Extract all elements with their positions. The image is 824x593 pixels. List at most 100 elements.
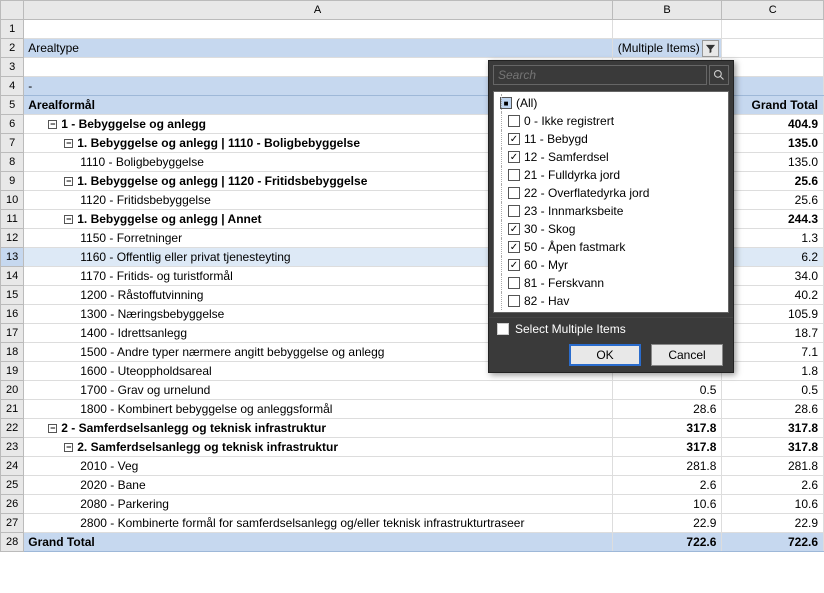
row-header[interactable]: 28 [1,533,24,552]
ok-button[interactable]: OK [569,344,641,366]
row-header[interactable]: 6 [1,115,24,134]
row-header[interactable]: 16 [1,305,24,324]
row-header[interactable]: 14 [1,267,24,286]
cell-value-c: 40.2 [722,286,824,305]
row-header[interactable]: 7 [1,134,24,153]
filter-item-label: 22 - Overflatedyrka jord [524,186,649,200]
cell-value-c: 10.6 [722,495,824,514]
cell-value-c: 2.6 [722,476,824,495]
col-header-A[interactable]: A [24,1,612,20]
row-header[interactable]: 21 [1,400,24,419]
checkbox[interactable]: ✓ [508,241,520,253]
cell-label: 2080 - Parkering [24,495,612,514]
checkbox[interactable]: ✓ [508,133,520,145]
row-header[interactable]: 19 [1,362,24,381]
cell-value-c: 25.6 [722,172,824,191]
checkbox[interactable]: ■ [500,97,512,109]
cancel-button[interactable]: Cancel [651,344,723,366]
row-header[interactable]: 27 [1,514,24,533]
grand-total-header: Grand Total [722,96,824,115]
row-header[interactable]: 24 [1,457,24,476]
row-header[interactable]: 17 [1,324,24,343]
filter-dropdown-icon[interactable] [702,40,719,57]
filter-item[interactable]: ✓ 50 - Åpen fastmark [498,238,724,256]
select-all-corner[interactable] [1,1,24,20]
cell-value-c: 7.1 [722,343,824,362]
checkbox[interactable] [508,169,520,181]
filter-item-label: 12 - Samferdsel [524,150,609,164]
row-header[interactable]: 1 [1,20,24,39]
cell-value-c: 6.2 [722,248,824,267]
row-header[interactable]: 4 [1,77,24,96]
checkbox[interactable] [508,115,520,127]
row-header[interactable]: 2 [1,39,24,58]
cell-value-c: 22.9 [722,514,824,533]
filter-item[interactable]: 82 - Hav [498,292,724,310]
select-multiple-checkbox[interactable]: ✓ [497,323,509,335]
filter-item-label: 50 - Åpen fastmark [524,240,625,254]
checkbox[interactable] [508,205,520,217]
cell-value-c [722,58,824,77]
filter-item[interactable]: ■ (All) [498,94,724,112]
cell-value-c: 0.5 [722,381,824,400]
checkbox[interactable] [508,295,520,307]
select-multiple-label: Select Multiple Items [515,322,626,336]
collapse-icon[interactable]: − [64,443,73,452]
cell-value-c: 135.0 [722,134,824,153]
cell-label[interactable]: −2. Samferdselsanlegg og teknisk infrast… [24,438,612,457]
collapse-icon[interactable]: − [64,215,73,224]
filter-item-label: (All) [516,96,537,110]
filter-item[interactable]: ✓ 12 - Samferdsel [498,148,724,166]
row-header[interactable]: 5 [1,96,24,115]
collapse-icon[interactable]: − [48,120,57,129]
filter-item[interactable]: ✓ 30 - Skog [498,220,724,238]
row-header[interactable]: 11 [1,210,24,229]
row-header[interactable]: 12 [1,229,24,248]
row-header[interactable]: 9 [1,172,24,191]
row-header[interactable]: 20 [1,381,24,400]
filter-item[interactable]: 81 - Ferskvann [498,274,724,292]
cell-label [24,20,612,39]
checkbox[interactable] [508,277,520,289]
filter-item-label: 23 - Innmarksbeite [524,204,623,218]
filter-item-label: 30 - Skog [524,222,575,236]
search-icon[interactable] [709,65,729,85]
checkbox[interactable]: ✓ [508,223,520,235]
filter-item[interactable]: ✓60 - Myr [498,256,724,274]
row-header[interactable]: 8 [1,153,24,172]
collapse-icon[interactable]: − [64,139,73,148]
collapse-icon[interactable]: − [48,424,57,433]
cell-value-b: 0.5 [612,381,722,400]
filter-item[interactable]: 0 - Ikke registrert [498,112,724,130]
cell-label[interactable]: −2 - Samferdselsanlegg og teknisk infras… [24,419,612,438]
filter-item[interactable]: 21 - Fulldyrka jord [498,166,724,184]
cell-value-c: 317.8 [722,438,824,457]
checkbox[interactable] [508,187,520,199]
filter-item[interactable]: 22 - Overflatedyrka jord [498,184,724,202]
checkbox[interactable]: ✓ [508,151,520,163]
checkbox[interactable]: ✓ [508,259,520,271]
cell-value-c: 105.9 [722,305,824,324]
cell-value-b: 281.8 [612,457,722,476]
row-header[interactable]: 10 [1,191,24,210]
row-header[interactable]: 15 [1,286,24,305]
filter-item[interactable]: ✓11 - Bebygd [498,130,724,148]
filter-item[interactable]: 23 - Innmarksbeite [498,202,724,220]
search-input[interactable] [493,65,707,85]
row-header[interactable]: 25 [1,476,24,495]
cell-value-b: 317.8 [612,419,722,438]
col-header-B[interactable]: B [612,1,722,20]
row-header[interactable]: 3 [1,58,24,77]
filter-popup: ■(All)0 - Ikke registrert✓11 - Bebygd✓12… [488,60,734,373]
row-header[interactable]: 23 [1,438,24,457]
col-header-C[interactable]: C [722,1,824,20]
collapse-icon[interactable]: − [64,177,73,186]
cell-label: 2800 - Kombinerte formål for samferdsels… [24,514,612,533]
row-header[interactable]: 22 [1,419,24,438]
row-header[interactable]: 26 [1,495,24,514]
row-header[interactable]: 18 [1,343,24,362]
pivot-field-value[interactable]: (Multiple Items) [612,39,722,58]
cell-value-c: 135.0 [722,153,824,172]
row-header[interactable]: 13 [1,248,24,267]
cell-value-b: 10.6 [612,495,722,514]
